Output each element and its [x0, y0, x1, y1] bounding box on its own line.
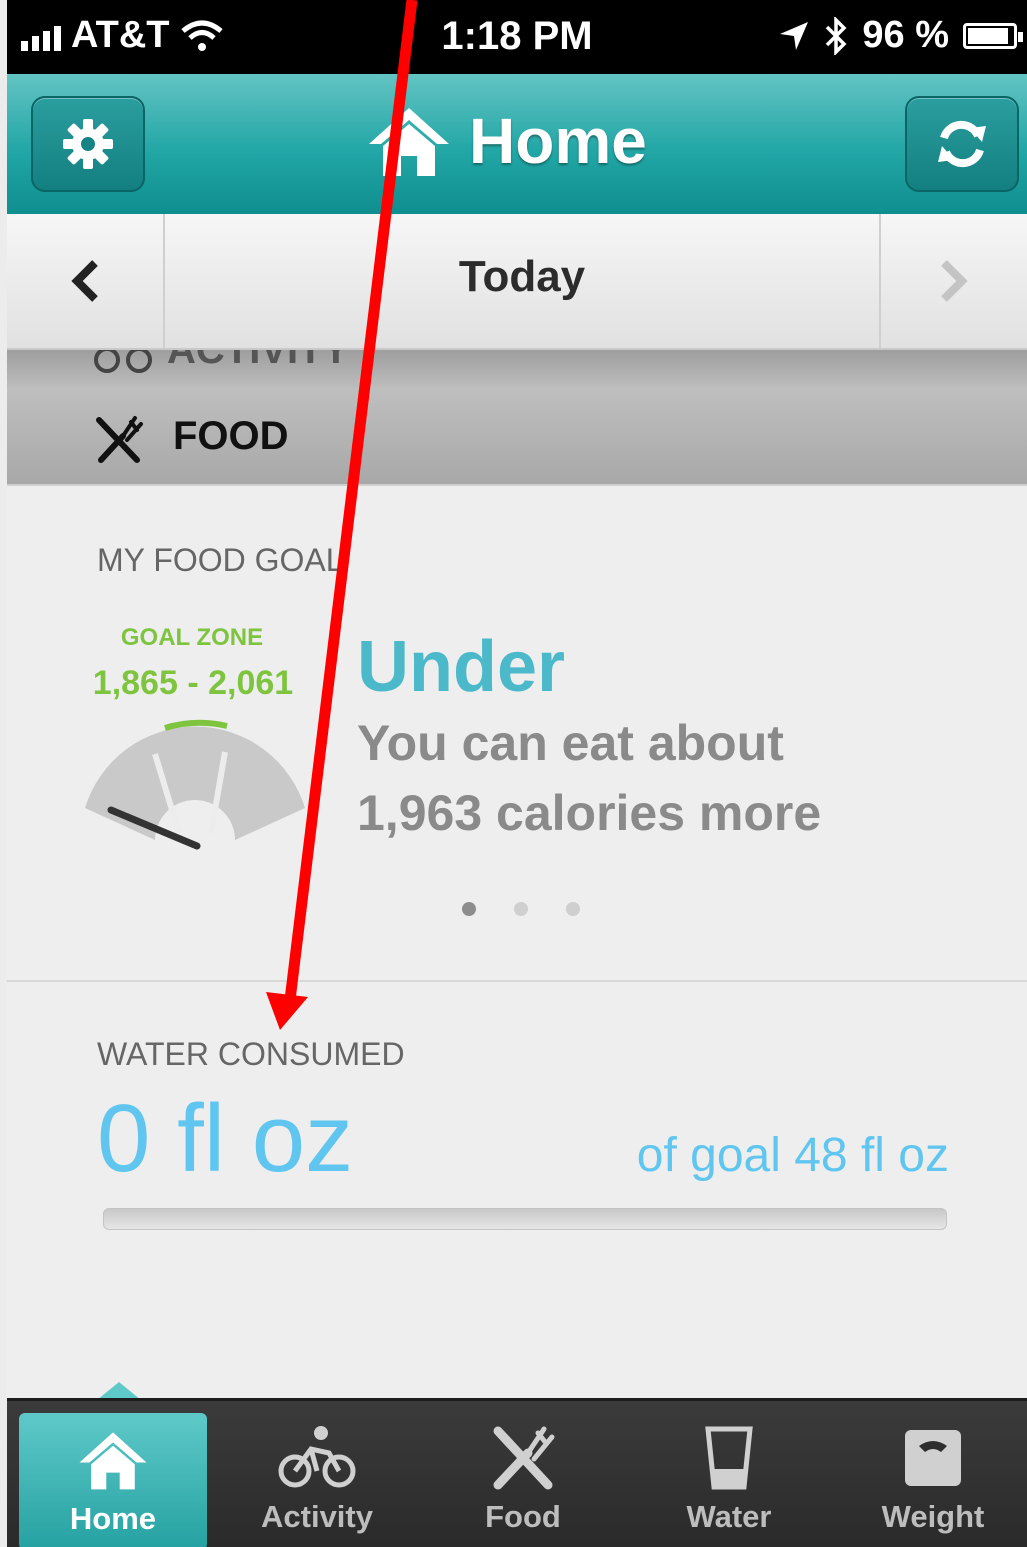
- fork-knife-icon: [493, 1426, 555, 1490]
- calorie-gauge: [85, 719, 305, 850]
- bicycle-icon: [278, 1426, 356, 1488]
- battery-icon: [963, 22, 1023, 49]
- food-section-label: FOOD: [173, 414, 289, 458]
- refresh-icon: [938, 120, 986, 168]
- food-goal-card[interactable]: MY FOOD GOAL GOAL ZONE 1,865 - 2,061 Und…: [7, 486, 1027, 982]
- water-progress-bar: [103, 1208, 947, 1230]
- water-consumed-value: 0 fl oz: [97, 1085, 354, 1192]
- settings-button[interactable]: [31, 96, 145, 192]
- page-dot: [514, 902, 528, 916]
- page-dot: [566, 902, 580, 916]
- status-right: 96 %: [778, 14, 1023, 57]
- tab-food[interactable]: Food: [429, 1401, 617, 1547]
- tab-weight[interactable]: Weight: [839, 1401, 1027, 1547]
- water-card[interactable]: WATER CONSUMED 0 fl oz of goal 48 fl oz: [7, 982, 1027, 1398]
- scale-icon: [905, 1430, 961, 1486]
- water-goal-text: of goal 48 fl oz: [636, 1129, 949, 1182]
- gear-icon: [63, 119, 113, 169]
- tab-activity[interactable]: Activity: [223, 1401, 411, 1547]
- goal-zone-label: GOAL ZONE: [120, 624, 264, 651]
- activity-section-label: ACTIVITY: [167, 350, 350, 372]
- fork-knife-icon: [96, 416, 143, 463]
- goal-message-line1: You can eat about: [357, 715, 784, 771]
- sync-button[interactable]: [905, 96, 1019, 192]
- page-title-text: Home: [469, 105, 647, 177]
- tab-water[interactable]: Water: [635, 1401, 823, 1547]
- tab-label: Home: [69, 1501, 157, 1536]
- tab-bar: Home Activity Food Water Weight: [7, 1398, 1027, 1547]
- date-label: Today: [458, 252, 586, 301]
- activity-section-header[interactable]: ACTIVITY: [7, 350, 1027, 388]
- tab-label: Food: [485, 1499, 561, 1534]
- food-goal-caption: MY FOOD GOAL: [97, 542, 344, 578]
- tab-home[interactable]: Home: [19, 1413, 207, 1547]
- app-frame: AT&T 1:18 PM 96 % Home Today ACTIVITY FO…: [7, 0, 1027, 1547]
- home-icon: [369, 108, 449, 176]
- bicycle-icon: [94, 350, 152, 373]
- chevron-right-icon: [941, 260, 968, 302]
- date-navigator: Today: [7, 214, 1027, 350]
- page-indicator[interactable]: [462, 902, 580, 916]
- bluetooth-icon: [826, 16, 847, 55]
- chevron-left-icon: [71, 260, 98, 302]
- battery-percent: 96 %: [862, 14, 949, 56]
- goal-status: Under: [357, 627, 566, 707]
- app-header: Home: [7, 74, 1027, 214]
- home-icon: [79, 1432, 147, 1490]
- water-glass-icon: [705, 1426, 753, 1490]
- status-bar: AT&T 1:18 PM 96 %: [7, 0, 1027, 74]
- previous-day-button[interactable]: [7, 214, 165, 348]
- goal-zone-range: 1,865 - 2,061: [92, 664, 294, 702]
- next-day-button[interactable]: [879, 214, 1027, 348]
- location-arrow-icon: [780, 21, 809, 50]
- tab-label: Activity: [261, 1499, 373, 1534]
- tab-label: Water: [686, 1499, 772, 1534]
- page-dot: [462, 902, 476, 916]
- page-title: Home: [367, 104, 647, 178]
- tab-label: Weight: [881, 1499, 985, 1534]
- food-section-header[interactable]: FOOD: [7, 388, 1027, 486]
- goal-message-line2: 1,963 calories more: [357, 785, 822, 841]
- water-caption: WATER CONSUMED: [97, 1036, 405, 1072]
